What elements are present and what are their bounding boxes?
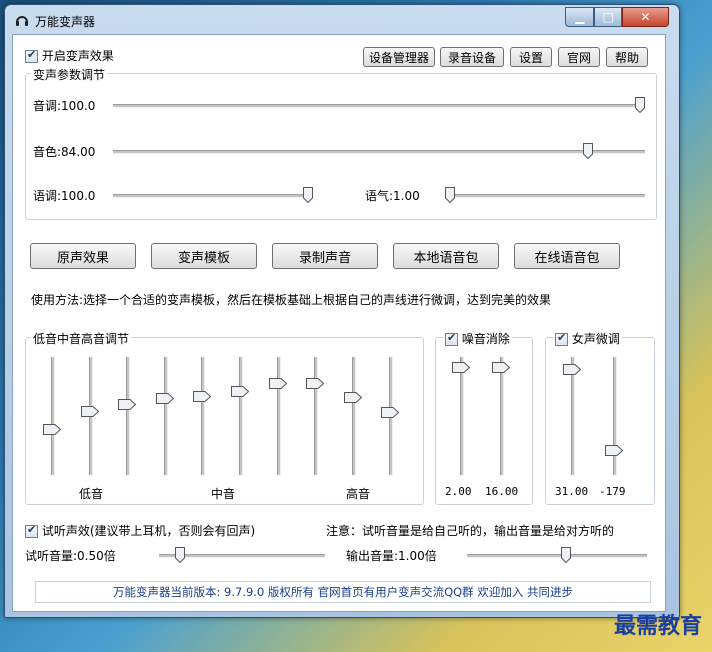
- eq-slider-10-thumb[interactable]: [381, 407, 400, 419]
- monitor-row[interactable]: 试听声效(建议带上耳机，否则会有回声): [25, 522, 255, 539]
- device-manager-button[interactable]: 设备管理器: [363, 47, 435, 67]
- output-volume-track[interactable]: [467, 554, 647, 558]
- tone-label: 语调:100.0: [33, 189, 96, 203]
- app-window: 万能变声器 ▁ □ ✕ 开启变声效果 设备管理器 录音设备 设置 官网 帮助 变…: [4, 4, 680, 618]
- eq-slider-8-track[interactable]: [314, 357, 319, 475]
- pitch-slider-track[interactable]: [113, 104, 645, 108]
- version-footer: 万能变声器当前版本: 9.7.9.0 版权所有 官网首页有用户变声交流QQ群 欢…: [35, 581, 651, 603]
- eq-slider-7-thumb[interactable]: [268, 378, 287, 390]
- noise-slider-1-thumb[interactable]: [452, 362, 470, 374]
- enable-effect-label: 开启变声效果: [41, 49, 114, 63]
- noise-toggle[interactable]: 噪音消除: [443, 330, 512, 347]
- maximize-button[interactable]: □: [594, 7, 622, 27]
- enable-effect-row[interactable]: 开启变声效果: [25, 47, 114, 64]
- settings-button[interactable]: 设置: [510, 47, 552, 67]
- eq-group-label: 低音中音高音调节: [31, 330, 132, 347]
- eq-slider-5-thumb[interactable]: [193, 391, 212, 403]
- recording-device-button[interactable]: 录音设备: [440, 47, 504, 67]
- eq-slider-3-thumb[interactable]: [118, 398, 137, 410]
- timbre-slider-thumb[interactable]: [582, 143, 593, 159]
- female-group: [545, 337, 655, 505]
- help-button[interactable]: 帮助: [606, 47, 648, 67]
- female-label: 女声微调: [571, 332, 620, 346]
- noise-value-2: 16.00: [485, 485, 519, 498]
- female-toggle[interactable]: 女声微调: [553, 330, 622, 347]
- eq-slider-3-track[interactable]: [126, 357, 131, 475]
- eq-slider-9-thumb[interactable]: [343, 392, 362, 404]
- timbre-slider-track[interactable]: [113, 150, 645, 154]
- eq-slider-4-track[interactable]: [163, 357, 168, 475]
- window-controls: ▁ □ ✕: [565, 7, 669, 27]
- listen-volume-thumb[interactable]: [174, 547, 185, 563]
- mood-label: 语气:1.00: [365, 189, 420, 203]
- eq-slider-6-thumb[interactable]: [231, 385, 249, 397]
- watermark-logo: 最需教育: [613, 613, 702, 639]
- female-slider-2-track[interactable]: [613, 357, 617, 475]
- timbre-label: 音色:84.00: [33, 145, 96, 159]
- noise-checkbox[interactable]: [445, 331, 458, 346]
- eq-low-label: 低音: [79, 487, 104, 501]
- eq-slider-5-track[interactable]: [201, 357, 206, 475]
- title-bar[interactable]: 万能变声器 ▁ □ ✕: [5, 5, 679, 33]
- female-slider-2-thumb[interactable]: [605, 444, 623, 456]
- noise-slider-2-track[interactable]: [500, 357, 504, 475]
- voice-template-button[interactable]: 变声模板: [151, 243, 257, 269]
- eq-mid-label: 中音: [211, 487, 236, 501]
- record-voice-button[interactable]: 录制声音: [272, 243, 378, 269]
- eq-slider-1-thumb[interactable]: [43, 424, 61, 436]
- eq-slider-4-thumb[interactable]: [155, 393, 174, 405]
- eq-slider-1-track[interactable]: [51, 357, 55, 475]
- eq-slider-7-track[interactable]: [276, 357, 281, 475]
- close-button[interactable]: ✕: [621, 7, 669, 27]
- local-voice-pack-button[interactable]: 本地语音包: [393, 243, 499, 269]
- enable-effect-checkbox[interactable]: [25, 48, 38, 63]
- noise-value-1: 2.00: [445, 485, 472, 498]
- eq-group: [25, 337, 424, 505]
- monitor-label: 试听声效(建议带上耳机，否则会有回声): [41, 524, 256, 538]
- noise-slider-1-track[interactable]: [460, 357, 464, 475]
- eq-slider-9-track[interactable]: [351, 357, 356, 475]
- eq-slider-2-thumb[interactable]: [80, 406, 99, 418]
- eq-slider-8-thumb[interactable]: [306, 378, 325, 390]
- female-checkbox[interactable]: [555, 331, 568, 346]
- mood-slider-track[interactable]: [445, 194, 645, 198]
- female-value-1: 31.00: [555, 485, 589, 498]
- pitch-slider-thumb[interactable]: [635, 97, 645, 113]
- params-group-label: 变声参数调节: [31, 66, 108, 83]
- noise-slider-2-thumb[interactable]: [492, 362, 510, 374]
- pitch-label: 音调:100.0: [33, 99, 96, 113]
- monitor-checkbox[interactable]: [25, 523, 38, 538]
- official-site-button[interactable]: 官网: [558, 47, 600, 67]
- client-area: 开启变声效果 设备管理器 录音设备 设置 官网 帮助 变声参数调节 音调:100…: [12, 34, 666, 612]
- female-slider-1-thumb[interactable]: [563, 364, 581, 376]
- tone-slider-thumb[interactable]: [303, 187, 313, 203]
- online-voice-pack-button[interactable]: 在线语音包: [514, 243, 620, 269]
- eq-high-label: 高音: [346, 487, 371, 501]
- window-title: 万能变声器: [35, 15, 96, 29]
- female-value-2: -179: [599, 485, 626, 498]
- output-volume-thumb[interactable]: [560, 547, 571, 563]
- output-volume-label: 输出音量:1.00倍: [346, 549, 437, 563]
- eq-slider-6-track[interactable]: [239, 357, 243, 475]
- mood-slider-thumb[interactable]: [445, 187, 455, 203]
- noise-group: [435, 337, 533, 505]
- noise-label: 噪音消除: [461, 332, 510, 346]
- original-voice-button[interactable]: 原声效果: [30, 243, 136, 269]
- minimize-button[interactable]: ▁: [565, 7, 595, 27]
- monitor-note: 注意：试听音量是给自己听的，输出音量是给对方听的: [326, 524, 615, 538]
- listen-volume-label: 试听音量:0.50倍: [25, 549, 116, 563]
- tone-slider-track[interactable]: [113, 194, 313, 198]
- usage-text: 使用方法:选择一个合适的变声模板，然后在模板基础上根据自己的声线进行微调，达到完…: [31, 293, 552, 307]
- headphones-icon: [16, 16, 28, 26]
